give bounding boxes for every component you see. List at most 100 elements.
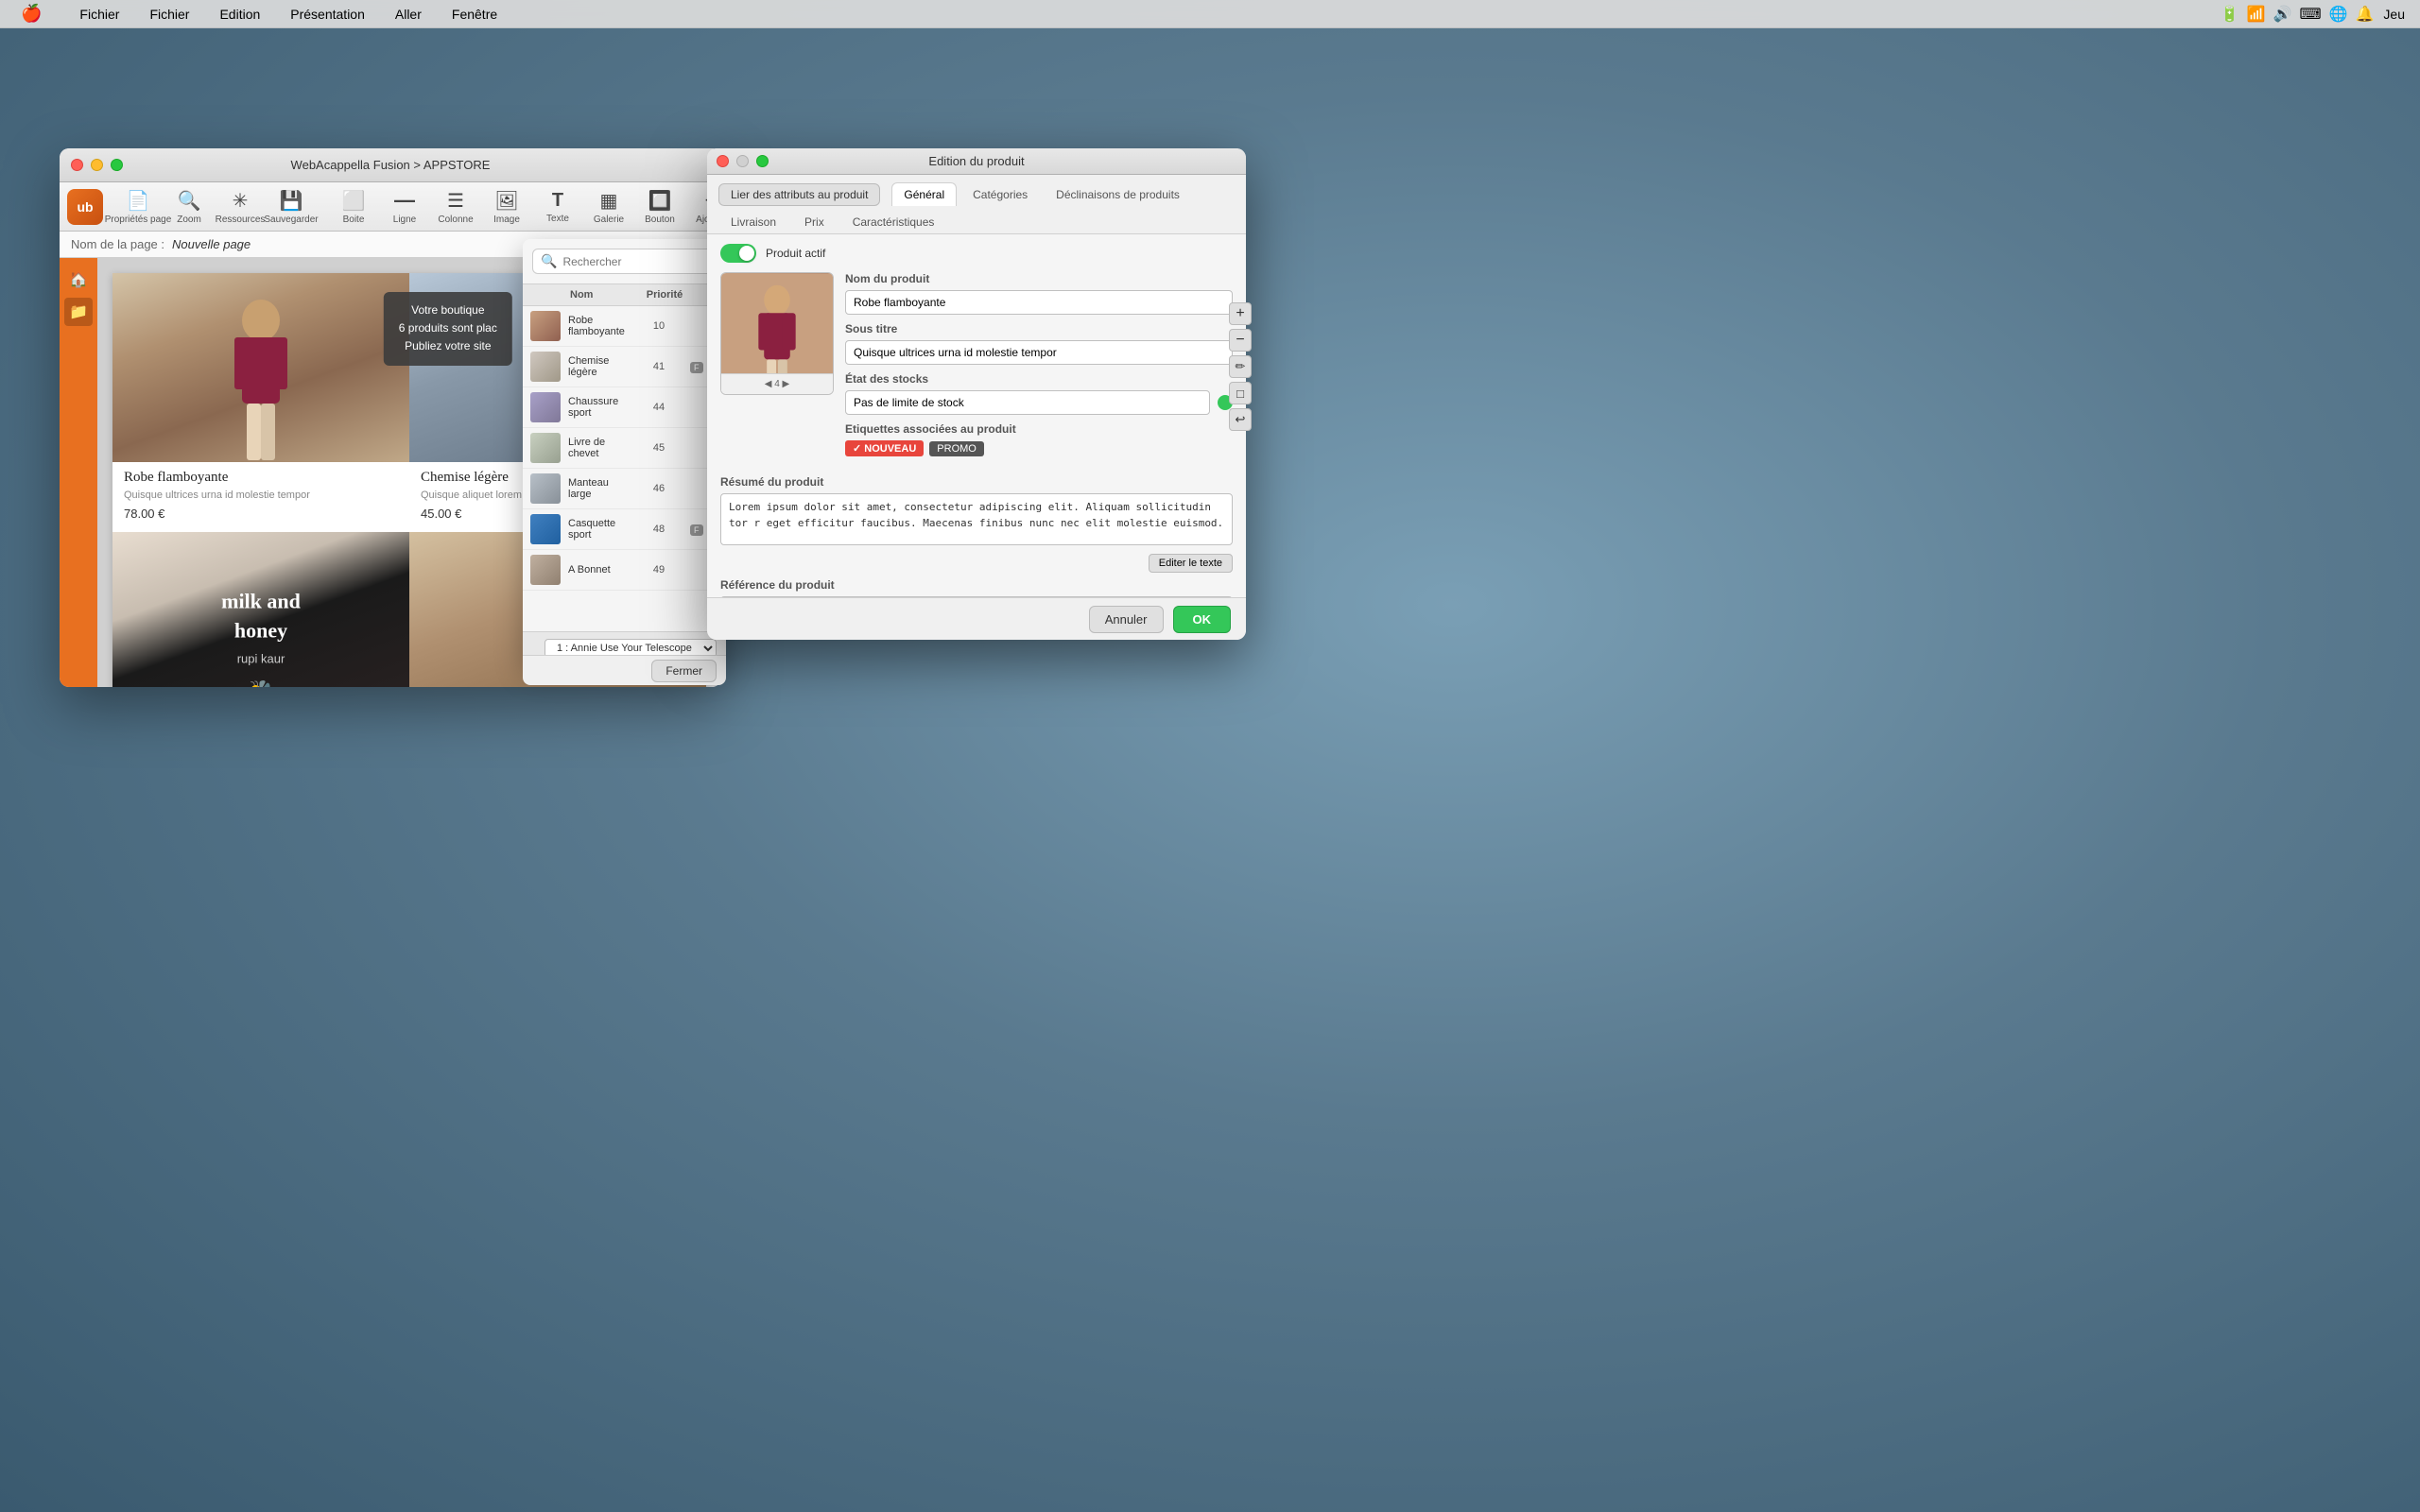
line-icon: — [394, 188, 415, 213]
save-icon: 💾 [280, 189, 303, 213]
toolbar-btn-save[interactable]: 💾 Sauvegarder [268, 185, 315, 229]
edit-pen-button[interactable]: ✏ [1229, 355, 1252, 378]
gallery-icon: ▦ [600, 189, 618, 213]
edit-square-button[interactable]: □ [1229, 382, 1252, 404]
resources-icon: ✳ [233, 189, 249, 213]
toolbar-btn-text[interactable]: T Texte [534, 186, 581, 228]
menu-aller[interactable]: Présentation [285, 5, 371, 24]
menu-presentation[interactable]: Edition [214, 5, 266, 24]
row-name-1: Chemise légère [568, 355, 628, 378]
row-priority-4: 46 [635, 483, 683, 494]
table-row-5[interactable]: Casquette sport 48 F [523, 509, 726, 550]
toolbar-btn-line[interactable]: — Ligne [381, 184, 428, 229]
sidebar-icon-home[interactable]: 🏠 [64, 266, 93, 294]
row-name-2: Chaussure sport [568, 396, 628, 419]
col-name-header: Nom [570, 289, 641, 301]
cancel-button[interactable]: Annuler [1089, 606, 1164, 633]
edit-undo-button[interactable]: ↩ [1229, 408, 1252, 431]
ok-button[interactable]: OK [1173, 606, 1232, 633]
toolbar-label-line: Ligne [393, 215, 416, 225]
row-name-0: Robe flamboyante [568, 315, 628, 337]
apple-menu[interactable]: 🍎 [15, 2, 47, 26]
toolbar-btn-box[interactable]: ⬜ Boite [330, 185, 377, 229]
clearfix: Editer le texte [720, 550, 1233, 573]
toolbar-btn-zoom[interactable]: 🔍 Zoom [165, 185, 213, 229]
toolbar-label-properties: Propriétés page [105, 215, 172, 225]
thumb-4 [530, 473, 561, 504]
zoom-out-button[interactable]: − [1229, 329, 1252, 352]
table-row-4[interactable]: Manteau large 46 [523, 469, 726, 509]
table-row-3[interactable]: Livre de chevet 45 [523, 428, 726, 469]
tab-livraison[interactable]: Livraison [718, 210, 788, 233]
minimize-button[interactable] [91, 159, 103, 171]
table-row-1[interactable]: Chemise légère 41 F [523, 347, 726, 387]
fermer-button[interactable]: Fermer [651, 660, 717, 682]
menu-fenetre[interactable]: Aller [389, 5, 427, 24]
menu-fichier[interactable]: Fichier [74, 5, 125, 24]
product-item-0[interactable]: Robe flamboyante Quisque ultrices urna i… [112, 273, 409, 532]
tab-categories[interactable]: Catégories [960, 182, 1040, 206]
tab-declinaisons[interactable]: Déclinaisons de produits [1044, 182, 1192, 206]
edit-tabs: Lier des attributs au produit Général Ca… [707, 175, 1246, 234]
table-row-2[interactable]: Chaussure sport 44 [523, 387, 726, 428]
edit-close-button[interactable] [717, 155, 729, 167]
toolbar-btn-properties[interactable]: 📄 Propriétés page [114, 185, 162, 229]
thumb-3 [530, 433, 561, 463]
subtitle-input[interactable] [845, 340, 1233, 365]
tab-prix[interactable]: Prix [792, 210, 837, 233]
product-item-2[interactable]: milk andhoney rupi kaur 🐝 [112, 532, 409, 687]
product-active-toggle[interactable] [720, 244, 756, 263]
product-name-input[interactable] [845, 290, 1233, 315]
menu-edition[interactable]: Fichier [144, 5, 195, 24]
search-bar[interactable]: 🔍 [532, 249, 717, 274]
toolbar-label-resources: Ressources [216, 215, 266, 225]
thumb-0 [530, 311, 561, 341]
stock-input[interactable] [845, 390, 1210, 415]
toolbar-label-image: Image [493, 215, 520, 225]
edit-main-layout: ◀ 4 ▶ Nom du produit Sous titre État des… [720, 272, 1233, 466]
tooltip-line3: Publiez votre site [399, 337, 497, 355]
main-window-title: WebAcappella Fusion > APPSTORE [291, 158, 491, 172]
sidebar-icon-folder[interactable]: 📁 [64, 298, 93, 326]
edit-window: Edition du produit Lier des attributs au… [707, 148, 1246, 640]
edit-titlebar: Edition du produit [707, 148, 1246, 175]
table-header: Nom Priorité [523, 284, 726, 306]
book-author: rupi kaur [221, 651, 301, 665]
product-list-header: 🔍 [523, 239, 726, 284]
tag-promo[interactable]: PROMO [929, 441, 984, 456]
button-icon: 🔲 [648, 189, 672, 213]
row-priority-1: 41 [635, 361, 683, 372]
product-image-nav[interactable]: ◀ 4 ▶ [721, 373, 833, 394]
toolbar-btn-button[interactable]: 🔲 Bouton [636, 185, 683, 229]
product-name-label: Nom du produit [845, 272, 1233, 285]
row-priority-3: 45 [635, 442, 683, 454]
toolbar-btn-gallery[interactable]: ▦ Galerie [585, 185, 632, 229]
edit-text-button[interactable]: Editer le texte [1149, 554, 1233, 573]
tag-nouveau[interactable]: NOUVEAU [845, 440, 924, 456]
thumb-2 [530, 392, 561, 422]
reference-label: Référence du produit [720, 578, 1233, 592]
edit-maximize-button[interactable] [756, 155, 769, 167]
edit-window-title: Edition du produit [928, 154, 1024, 168]
menubar: 🍎 Fichier Fichier Edition Présentation A… [0, 0, 2420, 28]
resume-textarea[interactable]: Lorem ipsum dolor sit amet, consectetur … [720, 493, 1233, 545]
tab-caracteristiques[interactable]: Caractéristiques [840, 210, 947, 233]
pagename-label: Nom de la page : [71, 237, 164, 251]
edit-minimize-button[interactable] [736, 155, 749, 167]
tooltip-line1: Votre boutique [399, 301, 497, 319]
toolbar-btn-image[interactable]: 🖼 Image [483, 185, 530, 229]
link-attrs-button[interactable]: Lier des attributs au produit [718, 183, 880, 206]
search-icon: 🔍 [541, 253, 557, 269]
close-button[interactable] [71, 159, 83, 171]
zoom-in-button[interactable]: + [1229, 302, 1252, 325]
menu-aide[interactable]: Fenêtre [446, 5, 503, 24]
table-row-0[interactable]: Robe flamboyante 10 [523, 306, 726, 347]
product-image-content [721, 273, 833, 377]
toolbar-btn-column[interactable]: ☰ Colonne [432, 185, 479, 229]
maximize-button[interactable] [111, 159, 123, 171]
table-row-6[interactable]: A Bonnet 49 [523, 550, 726, 591]
search-input[interactable] [562, 255, 708, 268]
tab-general[interactable]: Général [891, 182, 957, 206]
toolbar-btn-resources[interactable]: ✳ Ressources [216, 185, 264, 229]
edit-traffic-lights [717, 155, 769, 167]
